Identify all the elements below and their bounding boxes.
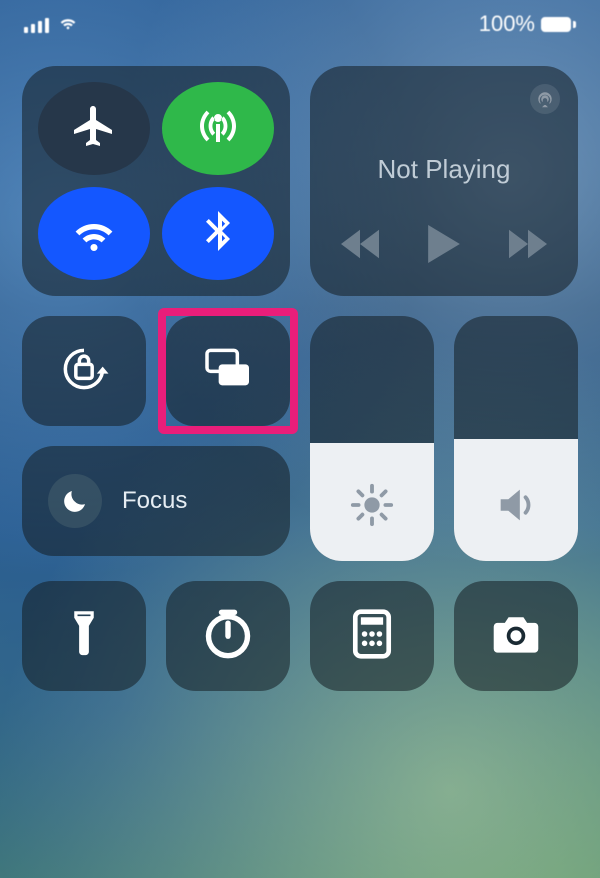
antenna-icon — [194, 102, 242, 155]
airplane-mode-toggle[interactable] — [38, 82, 150, 175]
forward-icon[interactable] — [509, 229, 547, 264]
cellular-data-toggle[interactable] — [162, 82, 274, 175]
status-bar: 100% — [0, 0, 600, 48]
media-title: Not Playing — [328, 154, 560, 185]
timer-button[interactable] — [166, 581, 290, 691]
cell-signal-icon — [24, 15, 49, 33]
brightness-slider[interactable] — [310, 316, 434, 561]
speaker-icon — [493, 482, 539, 533]
airplay-icon — [530, 84, 560, 114]
calculator-button[interactable] — [310, 581, 434, 691]
battery-percent: 100% — [479, 11, 535, 37]
connectivity-pod — [22, 66, 290, 296]
sun-icon — [349, 482, 395, 533]
status-left — [24, 10, 79, 38]
rewind-icon[interactable] — [341, 229, 379, 264]
camera-icon — [490, 608, 542, 665]
status-right: 100% — [479, 11, 576, 37]
calculator-icon — [346, 608, 398, 665]
camera-button[interactable] — [454, 581, 578, 691]
focus-button[interactable]: Focus — [22, 446, 290, 556]
wifi-toggle[interactable] — [38, 187, 150, 280]
battery-icon — [541, 17, 576, 32]
volume-slider[interactable] — [454, 316, 578, 561]
airplane-icon — [70, 102, 118, 155]
media-pod[interactable]: Not Playing — [310, 66, 578, 296]
bluetooth-icon — [194, 207, 242, 260]
lock-rotate-icon — [56, 341, 112, 402]
timer-icon — [202, 608, 254, 665]
flashlight-icon — [58, 608, 110, 665]
focus-label: Focus — [122, 487, 187, 515]
media-controls — [328, 225, 560, 268]
screen-mirroring-button[interactable] — [166, 316, 290, 426]
wifi-status-icon — [57, 10, 79, 38]
bluetooth-toggle[interactable] — [162, 187, 274, 280]
play-icon[interactable] — [427, 225, 461, 268]
orientation-lock-button[interactable] — [22, 316, 146, 426]
moon-icon — [48, 474, 102, 528]
flashlight-button[interactable] — [22, 581, 146, 691]
wifi-icon — [70, 207, 118, 260]
screen-mirror-icon — [200, 341, 256, 402]
